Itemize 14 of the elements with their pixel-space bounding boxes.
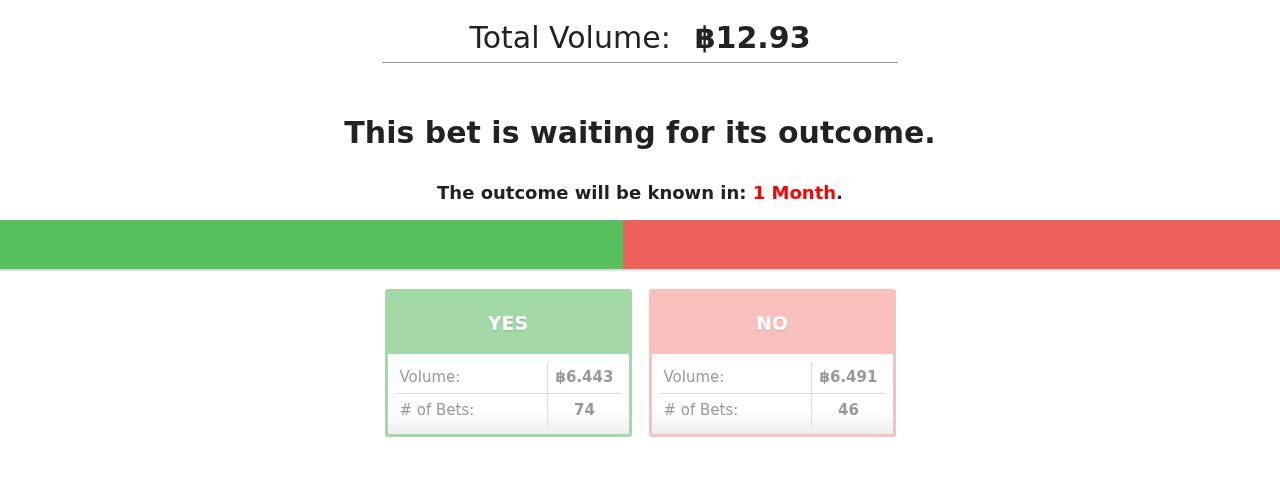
- total-volume-value: ฿12.93: [694, 19, 811, 57]
- side-title: YES: [387, 292, 629, 354]
- stat-label: # of Bets:: [662, 399, 740, 421]
- status-heading: This bet is waiting for its outcome.: [344, 114, 936, 152]
- stat-label: Volume:: [398, 367, 462, 389]
- stat-value: 74: [546, 394, 622, 426]
- stat-value: ฿6.491: [810, 362, 886, 393]
- outcome-notice: The outcome will be known in: 1 Month.: [437, 181, 843, 205]
- side-title: NO: [651, 292, 893, 354]
- stat-label: Volume:: [662, 367, 726, 389]
- total-volume-label: Total Volume:: [469, 19, 671, 57]
- stat-value: ฿6.443: [546, 362, 622, 393]
- stat-value: 46: [810, 394, 886, 426]
- stat-label: # of Bets:: [398, 399, 476, 421]
